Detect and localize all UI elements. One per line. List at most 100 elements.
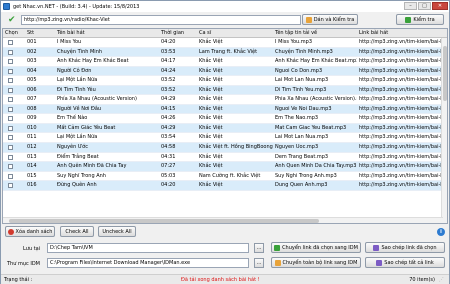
col-artist[interactable]: Ca sĩ xyxy=(197,29,273,38)
col-file[interactable]: Tên tập tin tải về xyxy=(273,29,357,38)
paste-check-button[interactable]: Dán và Kiểm tra xyxy=(302,14,358,25)
row-artist: Khắc Việt xyxy=(199,96,223,103)
check-label: Kiểm tra xyxy=(413,16,435,23)
delete-icon xyxy=(7,228,14,235)
table-row[interactable]: 015 Suy Nghĩ Trong Anh 05:03 Nam Cường ft. … xyxy=(3,172,447,182)
vertical-scrollbar[interactable] xyxy=(441,38,447,223)
row-link: http://mp3.zing.vn/tim-kiem/bai-hat.html… xyxy=(359,115,443,122)
row-title: Đừng Quên Anh xyxy=(57,182,97,189)
list-actions: Xóa danh sách Check All Uncheck All i xyxy=(2,226,448,238)
row-select-checkbox[interactable] xyxy=(8,49,13,55)
row-title: Anh Khác Hay Em Khác Beat xyxy=(57,58,129,65)
delete-list-label: Xóa danh sách xyxy=(15,228,53,235)
row-select-checkbox[interactable] xyxy=(8,125,13,131)
idm-path-field[interactable] xyxy=(47,258,249,268)
table-row[interactable]: 009 Em Thế Nào 04:26 Khắc Việt Em The Nao.mp… xyxy=(3,114,447,124)
table-row[interactable]: 005 Lại Một Lần Nữa 03:52 Khắc Việt Lai Mot … xyxy=(3,76,447,86)
table-row[interactable]: 011 Lại Một Lần Nữa 03:54 Khắc Việt Lai Mot … xyxy=(3,133,447,144)
table-row[interactable]: 006 Đi Tìm Tình Yêu 03:52 Khắc Việt Di Tim T… xyxy=(3,85,447,96)
row-link: http://mp3.zing.vn/tim-kiem/bai-hat.html… xyxy=(359,124,443,131)
table-row[interactable]: 016 Đừng Quên Anh 04:20 Khắc Việt Dung Quen … xyxy=(3,181,447,191)
table-row[interactable]: 003 Anh Khác Hay Em Khác Beat 04:17 Khắc Vi… xyxy=(3,57,447,67)
table-row[interactable]: 007 Phía Xa Nhau (Acoustic Version) 04:29 K… xyxy=(3,95,447,105)
close-button[interactable]: ✕ xyxy=(432,2,448,10)
table-row[interactable]: 010 Mất Cảm Giác Yêu Beat 04:29 Khắc Việt Ma… xyxy=(3,123,447,134)
maximize-button[interactable]: □ xyxy=(418,2,431,10)
row-link: http://mp3.zing.vn/tim-kiem/bai-hat.html… xyxy=(359,134,443,141)
row-select-checkbox[interactable] xyxy=(8,164,13,170)
row-stt: 010 xyxy=(27,124,37,131)
minimize-button[interactable]: – xyxy=(404,2,417,10)
row-select-checkbox[interactable] xyxy=(8,59,13,65)
row-file: Dem Trang Beat.mp3 xyxy=(275,153,329,160)
col-time[interactable]: Thời gian xyxy=(159,29,197,38)
table-row[interactable]: 012 Nguyên Ước 04:58 Khắc Việt ft. Hồng Bin… xyxy=(3,143,447,153)
row-select-checkbox[interactable] xyxy=(8,87,13,93)
col-link[interactable]: Link bài hát xyxy=(357,29,443,38)
row-select-checkbox[interactable] xyxy=(8,40,13,45)
checkmark-icon: ✔ xyxy=(8,15,16,25)
info-icon[interactable]: i xyxy=(437,228,445,236)
row-select-checkbox[interactable] xyxy=(8,106,13,112)
url-input[interactable] xyxy=(21,15,301,25)
table-row[interactable]: 004 Người Cô Đơn 04:24 Khắc Việt Nguoi Co Do… xyxy=(3,66,447,77)
row-link: http://mp3.zing.vn/tim-kiem/bai-hat.html… xyxy=(359,96,443,103)
clipboard-icon xyxy=(305,16,312,23)
row-select-checkbox[interactable] xyxy=(8,116,13,122)
horizontal-scroll-thumb[interactable] xyxy=(9,219,319,223)
status-label: Trạng thái : xyxy=(4,277,33,283)
row-stt: 012 xyxy=(27,144,37,151)
transfer-all-idm-button[interactable]: Chuyển toàn bộ link sang IDM xyxy=(271,257,361,268)
row-file: Suy Nghi Trong Anh.mp3 xyxy=(275,172,337,179)
row-select-checkbox[interactable] xyxy=(8,145,13,151)
col-select[interactable]: Chọn xyxy=(3,29,25,38)
save-location-field[interactable] xyxy=(47,243,249,253)
row-title: Lại Một Lần Nữa xyxy=(57,134,98,141)
copy-all-button[interactable]: Sao chép tất cả link xyxy=(365,257,445,268)
uncheck-all-button[interactable]: Uncheck All xyxy=(98,226,136,237)
row-file: Lai Mot Lan Nua.mp3 xyxy=(275,134,329,141)
resize-grip-icon[interactable]: ⋰ xyxy=(439,277,447,284)
col-title[interactable]: Tên bài hát xyxy=(55,29,159,38)
row-select-checkbox[interactable] xyxy=(8,135,13,141)
row-stt: 009 xyxy=(27,115,37,122)
horizontal-scrollbar[interactable] xyxy=(3,217,443,223)
table-row[interactable]: 002 Chuyện Tình Minh 03:53 Lam Trang ft. Kh… xyxy=(3,47,447,58)
row-time: 04:58 xyxy=(161,144,176,151)
copy-selected-button[interactable]: Sao chép link đã chọn xyxy=(365,242,445,253)
row-stt: 013 xyxy=(27,153,37,160)
table-row[interactable]: 013 Điểm Trắng Beat 04:31 Khắc Việt Dem Tran… xyxy=(3,153,447,163)
transfer-selected-idm-button[interactable]: Chuyển link đã chọn sang IDM xyxy=(271,242,361,253)
col-stt[interactable]: Stt xyxy=(25,29,55,38)
row-select-checkbox[interactable] xyxy=(8,68,13,74)
row-time: 04:29 xyxy=(161,124,176,131)
check-button[interactable]: Kiểm tra xyxy=(396,14,444,25)
check-icon xyxy=(405,16,412,23)
browse-save-button[interactable]: ... xyxy=(254,243,264,253)
delete-list-button[interactable]: Xóa danh sách xyxy=(5,226,55,237)
row-select-checkbox[interactable] xyxy=(8,154,13,160)
row-file: Anh Quen Minh Da Chia Tay.mp3 xyxy=(275,163,357,170)
row-title: I Miss You xyxy=(57,39,82,45)
row-title: Đi Tìm Tình Yêu xyxy=(57,86,96,93)
row-artist: Khắc Việt xyxy=(199,77,223,84)
table-row[interactable]: 008 Người Về Nơi Đâu 04:15 Khắc Việt Nguoi V… xyxy=(3,104,447,115)
vertical-scroll-thumb[interactable] xyxy=(443,46,447,101)
row-time: 03:54 xyxy=(161,134,176,141)
item-count: 70 item(s) xyxy=(409,277,435,283)
table-body: 001 I Miss You 04:20 Khắc Việt I Miss You.mp… xyxy=(3,38,447,191)
row-select-checkbox[interactable] xyxy=(8,78,13,84)
row-time: 03:52 xyxy=(161,86,176,93)
row-select-checkbox[interactable] xyxy=(8,97,13,103)
row-link: http://mp3.zing.vn/tim-kiem/bai-hat.html… xyxy=(359,86,443,93)
url-row: ✔ Dán và Kiểm tra Kiểm tra xyxy=(2,14,448,27)
browse-idm-button[interactable]: ... xyxy=(254,258,264,268)
copy-all-icon xyxy=(376,259,383,266)
table-row[interactable]: 001 I Miss You 04:20 Khắc Việt I Miss You.mp… xyxy=(3,38,447,48)
check-all-button[interactable]: Check All xyxy=(60,226,94,237)
row-title: Mất Cảm Giác Yêu Beat xyxy=(57,124,116,131)
row-select-checkbox[interactable] xyxy=(8,173,13,179)
row-select-checkbox[interactable] xyxy=(8,183,13,189)
table-row[interactable]: 014 Anh Quên Mình Đã Chia Tay 07:27 Khắc Vi… xyxy=(3,162,447,172)
idm-all-icon xyxy=(274,259,281,266)
